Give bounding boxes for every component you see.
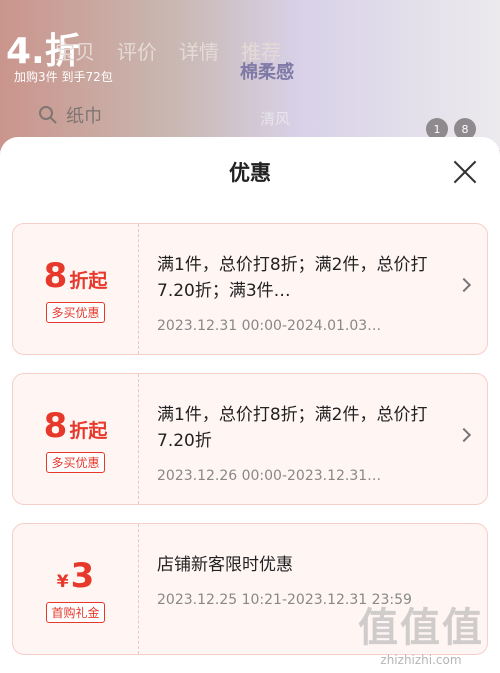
search-text: 纸巾 [66, 106, 102, 127]
chevron-right-icon[interactable] [456, 277, 472, 293]
discount-info: 满1件，总价打8折；满2件，总价打7.20折；满3件… 2023.12.31 0… [139, 224, 487, 354]
discount-value: 8 [43, 405, 68, 446]
discount-amount: 8 折起 [44, 406, 108, 446]
nav-item-details[interactable]: 详情 [179, 36, 219, 65]
nav-item-reviews[interactable]: 评价 [117, 36, 157, 65]
chevron-right-icon[interactable] [456, 427, 472, 443]
discount-info: 满1件，总价打8折；满2件，总价打7.20折 2023.12.26 00:00-… [139, 374, 487, 504]
discount-amount: ¥ 3 [57, 556, 95, 596]
discount-date-range: 2023.12.31 00:00-2024.01.03… [157, 318, 382, 334]
search-bar[interactable]: 纸巾 [38, 102, 102, 128]
currency-symbol: ¥ [56, 571, 69, 592]
nav-item-baby[interactable]: 宝贝 [55, 36, 95, 65]
discount-unit: 折起 [69, 269, 108, 292]
discount-amount: 8 折起 [44, 256, 108, 296]
discount-amount-panel: ¥ 3 首购礼金 [13, 524, 139, 654]
discount-card[interactable]: 8 折起 多买优惠 满1件，总价打8折；满2件，总价打7.20折 2023.12… [12, 373, 488, 505]
discount-unit: 折起 [69, 419, 108, 442]
discount-value: 3 [70, 555, 95, 596]
background-page: 4.折 加购3件 到手72包 宝贝 评价 详情 推荐 棉柔感 纸巾 清风 1 8 [0, 0, 500, 160]
discount-description: 店铺新客限时优惠 [157, 555, 293, 575]
brand-label: 棉柔感 [240, 62, 294, 83]
discount-description: 满1件，总价打8折；满2件，总价打7.20折；满3件… [157, 255, 428, 301]
discount-sheet: 优惠 8 折起 多买优惠 满1件，总价打8折；满2件，总价打7.20折；满3件…… [0, 137, 500, 673]
search-icon [39, 106, 57, 124]
product-caption: 清风 [260, 110, 291, 128]
sheet-title: 优惠 [229, 161, 271, 185]
discount-tag: 首购礼金 [46, 601, 105, 623]
promo-subtext: 加购3件 到手72包 [14, 70, 113, 84]
discount-amount-panel: 8 折起 多买优惠 [13, 374, 139, 504]
watermark: 值值值 zhizhizhi.com [358, 595, 484, 667]
close-icon[interactable] [452, 159, 478, 185]
discount-tag: 多买优惠 [46, 301, 105, 323]
discount-date-range: 2023.12.26 00:00-2023.12.31… [157, 468, 382, 484]
discount-value: 8 [43, 255, 68, 296]
discount-description: 满1件，总价打8折；满2件，总价打7.20折 [157, 405, 428, 451]
watermark-site: zhizhizhi.com [380, 653, 462, 667]
watermark-logo: 值值值 [358, 605, 484, 651]
discount-tag: 多买优惠 [46, 451, 105, 473]
sheet-header: 优惠 [0, 137, 500, 207]
discount-amount-panel: 8 折起 多买优惠 [13, 224, 139, 354]
discount-card[interactable]: 8 折起 多买优惠 满1件，总价打8折；满2件，总价打7.20折；满3件… 20… [12, 223, 488, 355]
